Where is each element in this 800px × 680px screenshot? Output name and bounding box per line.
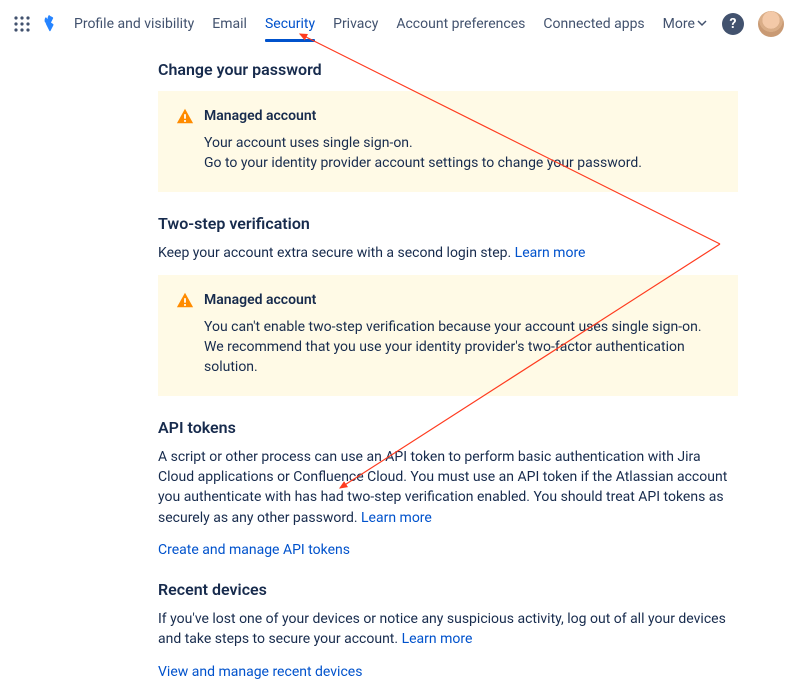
- atlassian-logo-icon[interactable]: [38, 13, 60, 35]
- twostep-desc: Keep your account extra secure with a se…: [158, 243, 738, 263]
- tab-privacy[interactable]: Privacy: [333, 2, 378, 46]
- twostep-warn-body: You can't enable two-step verification b…: [176, 317, 720, 378]
- tab-connected-apps[interactable]: Connected apps: [543, 2, 644, 46]
- managed-account-label: Managed account: [204, 292, 316, 308]
- nav-tabs: Profile and visibility Email Security Pr…: [74, 2, 707, 46]
- help-icon[interactable]: ?: [722, 13, 744, 35]
- api-learn-more-link[interactable]: Learn more: [361, 510, 432, 526]
- section-twostep-title: Two-step verification: [158, 214, 738, 233]
- warning-icon: [176, 107, 194, 125]
- devices-learn-more-link[interactable]: Learn more: [402, 631, 473, 647]
- devices-desc: If you've lost one of your devices or no…: [158, 609, 738, 650]
- warning-icon: [176, 291, 194, 309]
- password-managed-warning: Managed account Your account uses single…: [158, 91, 738, 192]
- apps-switcher-icon[interactable]: [12, 14, 32, 34]
- section-api-title: API tokens: [158, 418, 738, 437]
- section-password-title: Change your password: [158, 60, 738, 79]
- more-label: More: [663, 16, 695, 32]
- managed-account-label: Managed account: [204, 108, 316, 124]
- devices-action-row: View and manage recent devices: [158, 664, 738, 680]
- twostep-learn-more-link[interactable]: Learn more: [515, 245, 586, 261]
- create-manage-api-tokens-link[interactable]: Create and manage API tokens: [158, 542, 350, 558]
- chevron-down-icon: [697, 16, 707, 32]
- api-desc: A script or other process can use an API…: [158, 447, 738, 528]
- main-content: Change your password Managed account You…: [158, 48, 738, 680]
- managed-account-body: Your account uses single sign-on. Go to …: [176, 133, 720, 174]
- topbar: Profile and visibility Email Security Pr…: [0, 0, 800, 48]
- tab-account-preferences[interactable]: Account preferences: [396, 2, 525, 46]
- tab-email[interactable]: Email: [212, 2, 247, 46]
- topbar-right: ?: [722, 11, 784, 37]
- avatar[interactable]: [758, 11, 784, 37]
- api-action-row: Create and manage API tokens: [158, 542, 738, 558]
- view-manage-devices-link[interactable]: View and manage recent devices: [158, 664, 362, 680]
- api-desc-text: A script or other process can use an API…: [158, 449, 727, 526]
- section-devices-title: Recent devices: [158, 580, 738, 599]
- twostep-desc-text: Keep your account extra secure with a se…: [158, 245, 515, 261]
- twostep-managed-warning: Managed account You can't enable two-ste…: [158, 275, 738, 396]
- tab-more[interactable]: More: [663, 2, 707, 46]
- tab-security[interactable]: Security: [265, 2, 315, 46]
- tab-profile[interactable]: Profile and visibility: [74, 2, 194, 46]
